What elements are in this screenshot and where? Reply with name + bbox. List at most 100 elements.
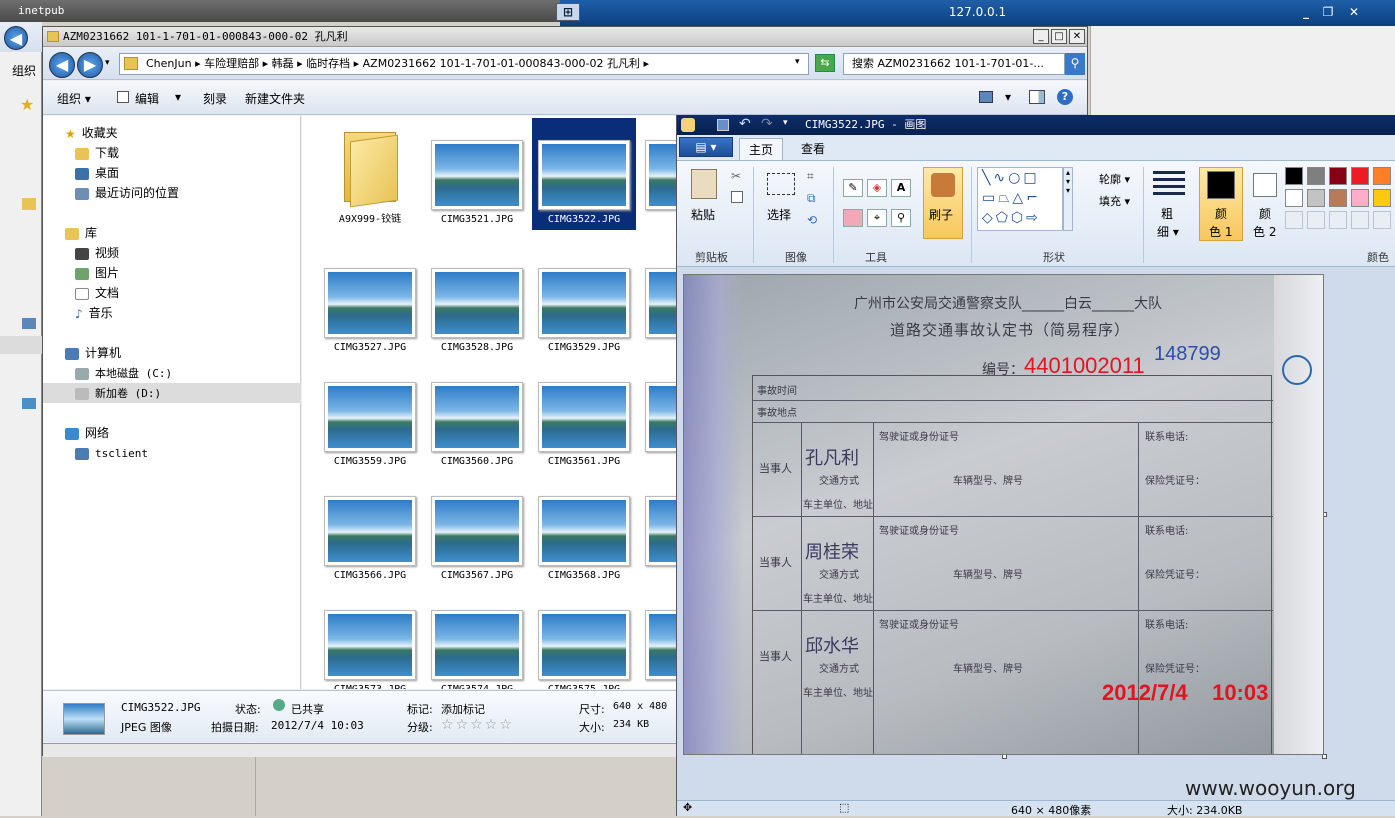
forward-icon[interactable]: ▶ bbox=[77, 52, 103, 78]
palette-swatch[interactable] bbox=[1285, 167, 1303, 185]
refresh-icon[interactable]: ⇆ bbox=[815, 54, 835, 72]
palette-swatch[interactable] bbox=[1329, 167, 1347, 185]
quick-access-dropdown-icon[interactable]: ▾ bbox=[783, 118, 788, 128]
file-item[interactable]: CIMG3559.JPG bbox=[318, 360, 422, 472]
help-icon[interactable]: ? bbox=[1057, 89, 1073, 105]
search-icon[interactable]: ⚲ bbox=[1065, 53, 1085, 75]
sidebar-item-videos[interactable]: 视频 bbox=[43, 243, 301, 263]
preview-pane-icon[interactable] bbox=[1029, 90, 1045, 104]
palette-swatch[interactable] bbox=[1351, 167, 1369, 185]
save-icon[interactable] bbox=[717, 119, 729, 131]
explorer-maximize-button[interactable]: □ bbox=[1051, 29, 1067, 44]
rotate-icon[interactable]: ⟲ bbox=[807, 213, 817, 227]
palette-swatch[interactable] bbox=[1307, 189, 1325, 207]
text-icon[interactable]: A bbox=[891, 179, 911, 197]
sidebar-item-downloads[interactable]: 下载 bbox=[43, 143, 301, 163]
file-item[interactable]: CIMG3522.JPG bbox=[532, 118, 636, 230]
palette-swatch[interactable] bbox=[1373, 167, 1391, 185]
file-item[interactable]: CIMG3529.JPG bbox=[532, 246, 636, 358]
file-item[interactable]: CIMG bbox=[639, 474, 678, 586]
back-window-back-icon[interactable]: ◀ bbox=[4, 26, 28, 50]
view-options-icon[interactable] bbox=[979, 91, 993, 103]
palette-swatch[interactable] bbox=[1307, 167, 1325, 185]
palette-swatch[interactable] bbox=[1373, 189, 1391, 207]
select-button[interactable]: 选择 bbox=[767, 206, 791, 223]
address-bar[interactable]: ChenJun ▸ 车险理赔部 ▸ 韩磊 ▸ 临时存档 ▸ AZM0231662… bbox=[119, 53, 809, 75]
file-item[interactable]: CIMG bbox=[639, 360, 678, 472]
file-item[interactable]: CIMG3568.JPG bbox=[532, 474, 636, 586]
outline-button[interactable]: 轮廓 ▾ bbox=[1099, 171, 1130, 187]
fill-button[interactable]: 填充 ▾ bbox=[1099, 193, 1130, 209]
palette-swatch[interactable] bbox=[1351, 211, 1369, 229]
details-tag-value[interactable]: 添加标记 bbox=[441, 701, 485, 717]
palette-swatch[interactable] bbox=[1329, 189, 1347, 207]
sidebar-item-music[interactable]: ♪ 音乐 bbox=[43, 303, 301, 323]
file-item[interactable]: CIMG3521.JPG bbox=[425, 118, 529, 230]
back-icon[interactable]: ◀ bbox=[49, 52, 75, 78]
burn-button[interactable]: 刻录 bbox=[203, 90, 227, 107]
file-item[interactable]: CIMG3573.JPG bbox=[318, 588, 422, 689]
file-item[interactable]: CIMG3528.JPG bbox=[425, 246, 529, 358]
palette-swatch[interactable] bbox=[1285, 189, 1303, 207]
restore-icon[interactable]: ❐ bbox=[1318, 4, 1338, 20]
thickness-label-2[interactable]: 细 ▾ bbox=[1157, 223, 1179, 240]
shapes-gallery[interactable]: ╲∿○□ ▭⏢△⌐ ◇⬠⬡⇨ bbox=[977, 167, 1063, 231]
new-folder-button[interactable]: 新建文件夹 bbox=[245, 90, 305, 107]
sidebar-item-computer[interactable]: 计算机 bbox=[43, 343, 301, 363]
palette-swatch[interactable] bbox=[1373, 211, 1391, 229]
file-item[interactable]: CIMG3527.JPG bbox=[318, 246, 422, 358]
explorer-minimize-button[interactable]: _ bbox=[1033, 29, 1049, 44]
cut-icon[interactable]: ✂ bbox=[731, 169, 741, 183]
eraser-icon[interactable] bbox=[843, 209, 863, 227]
file-item[interactable]: CIMG3561.JPG bbox=[532, 360, 636, 472]
paint-menu-button[interactable]: ▤ ▾ bbox=[679, 137, 733, 157]
back-window-organize-label[interactable]: 组织 bbox=[12, 62, 36, 79]
file-item[interactable]: CIMG bbox=[639, 246, 678, 358]
paste-icon[interactable] bbox=[691, 169, 717, 199]
sidebar-item-recent[interactable]: 最近访问的位置 bbox=[43, 183, 301, 203]
organize-button[interactable]: 组织 ▾ bbox=[57, 90, 91, 107]
thickness-label-1[interactable]: 粗 bbox=[1161, 205, 1173, 222]
crop-icon[interactable]: ⌗ bbox=[807, 169, 814, 184]
tab-view[interactable]: 查看 bbox=[791, 138, 835, 160]
folder-item[interactable]: A9X999-铰链 bbox=[318, 118, 422, 230]
tab-home[interactable]: 主页 bbox=[739, 138, 783, 160]
brush-button[interactable]: 刷子 bbox=[929, 206, 953, 223]
redo-icon[interactable]: ↷ bbox=[761, 116, 773, 132]
accident-report-photo[interactable]: 广州市公安局交通警察支队______白云______大队 道路交通事故认定书（简… bbox=[683, 274, 1324, 755]
edit-dropdown-icon[interactable]: ▾ bbox=[175, 90, 181, 104]
palette-swatch[interactable] bbox=[1285, 211, 1303, 229]
copy-icon[interactable] bbox=[731, 191, 743, 203]
palette-swatch[interactable] bbox=[1329, 211, 1347, 229]
file-item[interactable]: CIMG bbox=[639, 588, 678, 689]
palette-swatch[interactable] bbox=[1351, 189, 1369, 207]
sidebar-item-network[interactable]: 网络 bbox=[43, 423, 301, 443]
palette-swatch[interactable] bbox=[1307, 211, 1325, 229]
sidebar-item-favorites[interactable]: ★ 收藏夹 bbox=[43, 123, 301, 143]
sidebar-item-desktop[interactable]: 桌面 bbox=[43, 163, 301, 183]
sidebar-item-documents[interactable]: 文档 bbox=[43, 283, 301, 303]
color-picker-icon[interactable]: ⌖ bbox=[867, 209, 887, 227]
file-item[interactable]: CIMG3574.JPG bbox=[425, 588, 529, 689]
address-dropdown-icon[interactable]: ▾ bbox=[795, 57, 800, 67]
sidebar-item-local-disk[interactable]: 本地磁盘 (C:) bbox=[43, 363, 301, 383]
file-item[interactable]: CIMG bbox=[639, 118, 678, 230]
edit-button[interactable]: 编辑 bbox=[135, 90, 159, 107]
shapes-scroll[interactable]: ▴ ▾ ▾ bbox=[1063, 167, 1073, 231]
magnifier-icon[interactable]: ⚲ bbox=[891, 209, 911, 227]
file-item[interactable]: CIMG3560.JPG bbox=[425, 360, 529, 472]
view-dropdown-icon[interactable]: ▾ bbox=[1005, 90, 1011, 104]
rating-stars[interactable]: ☆☆☆☆☆ bbox=[441, 717, 514, 733]
color2-swatch[interactable] bbox=[1253, 173, 1277, 197]
resize-icon[interactable]: ⧉ bbox=[807, 191, 816, 206]
pin-icon[interactable]: ⊞ bbox=[556, 3, 580, 21]
pencil-icon[interactable]: ✎ bbox=[843, 179, 863, 197]
search-input[interactable]: 搜索 AZM0231662 101-1-701-01-... bbox=[843, 53, 1065, 75]
paste-button[interactable]: 粘贴 bbox=[691, 206, 715, 223]
sidebar-item-libraries[interactable]: 库 bbox=[43, 223, 301, 243]
undo-icon[interactable]: ↶ bbox=[739, 116, 751, 132]
sidebar-item-new-volume[interactable]: 新加卷 (D:) bbox=[43, 383, 301, 403]
explorer-close-button[interactable]: ✕ bbox=[1069, 29, 1085, 44]
close-icon[interactable]: ✕ bbox=[1344, 4, 1364, 20]
minimize-icon[interactable]: _ bbox=[1296, 4, 1316, 20]
